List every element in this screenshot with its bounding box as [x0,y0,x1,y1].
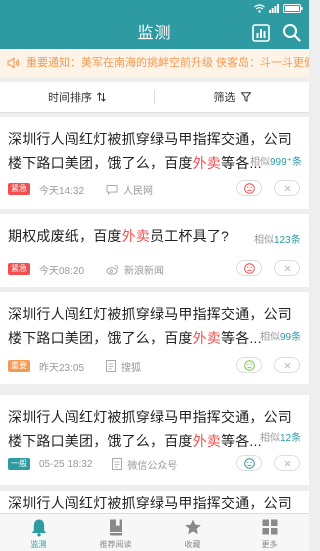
sentiment-negative-button[interactable] [236,180,262,196]
tab-label: 推荐阅读 [99,540,132,549]
sentiment-positive-button[interactable] [236,357,262,373]
item-meta: 紧急 今天08:20 新浪新闻 [8,262,165,277]
close-icon [284,460,290,466]
document-icon [112,458,123,470]
book-icon [109,519,122,536]
priority-badge: 紧急 [8,263,30,275]
list-item[interactable]: 深圳行人闯红灯被抓穿绿马甲指挥交通，公司楼下路口美团，饿了么，百度外卖等各...… [0,292,309,384]
dismiss-button[interactable] [274,180,300,196]
grid-icon [262,519,277,535]
funnel-icon [240,92,251,102]
similar-count[interactable]: 相似123条 [254,231,301,246]
document-icon [106,360,117,372]
filter-label: 筛选 [213,92,236,104]
sad-face-icon [243,262,255,274]
chart-report-icon[interactable] [252,24,270,42]
tab-more[interactable]: 更多 [231,514,308,551]
wifi-icon [254,3,265,13]
similar-count[interactable]: 相似999⁺条 [250,153,302,168]
list-item[interactable]: 期权成废纸，百度外卖员工杯具了? 相似123条 紧急 今天08:20 新浪新闻 [0,214,309,287]
item-source: 人民网 [123,185,154,197]
sad-face-icon [243,182,255,194]
item-time: 昨天23:05 [39,362,85,374]
chat-icon [106,184,118,195]
signal-icon [269,3,279,13]
dismiss-button[interactable] [274,260,300,276]
item-title: 深圳行人闯红灯被抓穿绿马甲指挥交通，公司楼下路口美团，饿了么，百度外卖等各... [8,409,292,449]
item-meta: 重要 昨天23:05 搜狐 [8,359,142,374]
priority-badge: 重要 [8,360,30,372]
speaker-icon [7,57,20,69]
similar-count[interactable]: 相似12条 [260,429,301,444]
notice-text: 重要通知：美军在南海的挑衅空前升级 侠客岛：斗一斗更健 [26,57,309,69]
close-icon [284,265,290,271]
item-keyword: 外卖 [192,433,222,449]
item-time: 今天08:20 [39,265,85,277]
sentiment-negative-button[interactable] [236,260,262,276]
filter-bar: 时间排序 筛选 [0,82,309,113]
dismiss-button[interactable] [274,455,300,471]
dismiss-button[interactable] [274,357,300,373]
tab-favorites[interactable]: 收藏 [154,514,231,551]
sentiment-neutral-button[interactable] [236,455,262,471]
star-icon [184,519,201,535]
item-source: 新浪新闻 [124,265,165,277]
item-title: 深圳行人闯红灯被抓穿绿马甲指挥交通，公司楼 [8,495,292,511]
neutral-face-icon [243,457,255,469]
sort-arrows-icon [97,92,106,102]
item-source: 微信公众号 [127,460,178,472]
list-item[interactable]: 深圳行人闯红灯被抓穿绿马甲指挥交通，公司楼下路口美团，饿了么，百度外卖等各...… [0,395,309,485]
tab-label: 收藏 [184,540,201,549]
smile-face-icon [243,359,255,371]
bottom-tab-bar: 监测 推荐阅读 收藏 更多 [0,513,309,551]
weibo-icon [106,264,119,275]
close-icon [284,185,290,191]
status-bar [254,2,303,14]
bell-icon [31,519,46,537]
item-time: 今天14:32 [39,185,85,197]
sort-by-time-button[interactable]: 时间排序 [0,82,154,112]
priority-badge: 紧急 [8,183,30,195]
search-icon[interactable] [282,23,301,42]
item-time: 05-25 18:32 [39,458,93,470]
list-item[interactable]: 深圳行人闯红灯被抓穿绿马甲指挥交通，公司楼下路口美团，饿了么，百度外卖等各...… [0,117,309,209]
app-header: 监测 [0,0,309,49]
priority-badge: 一般 [8,458,30,470]
item-meta: 一般 05-25 18:32 微信公众号 [8,457,178,472]
notice-bar[interactable]: 重要通知：美军在南海的挑衅空前升级 侠客岛：斗一斗更健 [0,49,309,77]
item-keyword: 外卖 [121,228,151,244]
tab-label: 监测 [30,540,47,549]
item-title: 深圳行人闯红灯被抓穿绿马甲指挥交通，公司楼下路口美团，饿了么，百度外卖等各... [8,306,292,346]
tab-recommended-reading[interactable]: 推荐阅读 [77,514,154,551]
close-icon [284,362,290,368]
filter-button[interactable]: 筛选 [155,82,309,112]
item-meta: 紧急 今天14:32 人民网 [8,182,154,197]
item-source: 搜狐 [121,362,142,374]
similar-count[interactable]: 相似99条 [260,328,301,343]
item-keyword: 外卖 [192,155,222,171]
list-item[interactable]: 深圳行人闯红灯被抓穿绿马甲指挥交通，公司楼 [0,491,309,513]
battery-icon [283,3,303,13]
tab-label: 更多 [261,540,278,549]
tab-monitor[interactable]: 监测 [0,514,77,551]
sort-label: 时间排序 [48,92,92,104]
item-keyword: 外卖 [192,330,222,346]
